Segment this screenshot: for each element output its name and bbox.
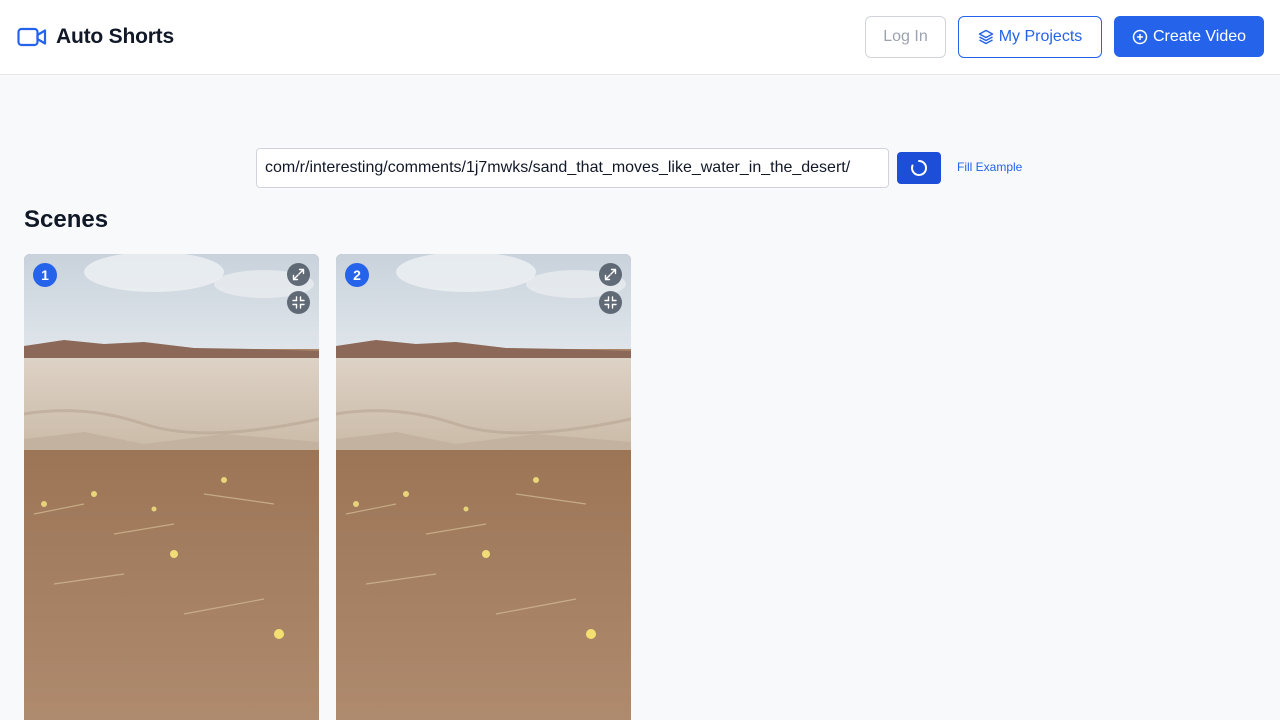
login-button[interactable]: Log In bbox=[865, 16, 946, 58]
top-navbar: Auto Shorts Log In My Projects Create Vi… bbox=[0, 0, 1280, 75]
scene-thumbnail bbox=[336, 254, 631, 720]
shrink-icon[interactable] bbox=[287, 291, 310, 314]
expand-icon[interactable] bbox=[599, 263, 622, 286]
create-video-label: Create Video bbox=[1152, 27, 1247, 45]
scene-thumbnail bbox=[24, 254, 319, 720]
my-projects-button[interactable]: My Projects bbox=[958, 16, 1102, 58]
scene-number-badge: 1 bbox=[33, 263, 57, 287]
url-input[interactable]: com/r/interesting/comments/1j7mwks/sand_… bbox=[256, 148, 889, 188]
scene-card[interactable]: 1 bbox=[24, 254, 319, 720]
scene-number-badge: 2 bbox=[345, 263, 369, 287]
login-button-label: Log In bbox=[883, 28, 928, 45]
fill-example-link[interactable]: Fill Example bbox=[957, 160, 1022, 174]
scene-card[interactable]: 2 bbox=[336, 254, 631, 720]
scenes-heading: Scenes bbox=[24, 206, 109, 233]
layers-icon bbox=[978, 29, 994, 45]
plus-circle-icon bbox=[1132, 29, 1148, 45]
create-video-button[interactable]: Create Video bbox=[1114, 16, 1264, 57]
my-projects-label: My Projects bbox=[998, 28, 1083, 45]
shrink-icon[interactable] bbox=[599, 291, 622, 314]
loading-spinner-icon bbox=[910, 159, 928, 177]
brand[interactable]: Auto Shorts bbox=[17, 24, 174, 50]
url-input-value: com/r/interesting/comments/1j7mwks/sand_… bbox=[265, 159, 851, 176]
reload-button[interactable] bbox=[897, 152, 941, 184]
app-name: Auto Shorts bbox=[56, 25, 174, 48]
video-camera-icon bbox=[17, 24, 47, 50]
expand-icon[interactable] bbox=[287, 263, 310, 286]
